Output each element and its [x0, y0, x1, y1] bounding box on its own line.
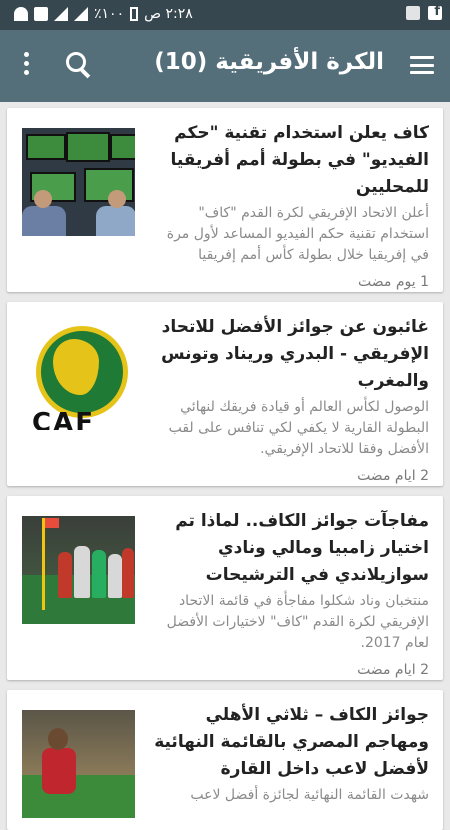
article-card[interactable]: مفاجآت جوائز الكاف.. لماذا تم اختيار زام… — [7, 496, 443, 680]
app-bar: الكرة الأفريقية (10) — [0, 30, 450, 102]
menu-icon[interactable] — [410, 56, 434, 74]
article-text: جوائز الكاف – ثلاثي الأهلي ومهاجم المصري… — [147, 702, 429, 814]
article-card[interactable]: جوائز الكاف – ثلاثي الأهلي ومهاجم المصري… — [7, 690, 443, 830]
signal-icon — [74, 7, 88, 21]
article-thumbnail — [22, 516, 135, 624]
overflow-menu-icon[interactable] — [24, 52, 30, 76]
article-card[interactable]: كاف يعلن استخدام تقنية "حكم الفيديو" في … — [7, 108, 443, 292]
article-time: 2 ايام مضت — [357, 468, 429, 484]
caf-logo-text: CAF — [32, 408, 95, 430]
article-thumbnail — [22, 710, 135, 818]
status-bar: ٢:٢٨ ص ١٠٠٪ — [0, 0, 450, 30]
article-thumbnail — [22, 128, 135, 236]
article-time: 2 ايام مضت — [357, 662, 429, 678]
search-icon[interactable] — [66, 52, 92, 79]
status-time: ٢:٢٨ ص — [144, 6, 193, 22]
status-left: ٢:٢٨ ص ١٠٠٪ — [14, 6, 193, 22]
article-excerpt: منتخبان وناد شكلوا مفاجأة في قائمة الاتح… — [166, 593, 429, 651]
article-excerpt: الوصول لكأس العالم أو قيادة فريقك لنهائي… — [168, 399, 429, 457]
wifi-icon — [14, 7, 28, 21]
article-thumbnail: CAF — [22, 322, 135, 430]
battery-level: ١٠٠٪ — [94, 6, 125, 22]
image-notification-icon — [406, 6, 420, 20]
signal-icon — [54, 7, 68, 21]
facebook-notification-icon — [428, 4, 442, 20]
sim-icon — [34, 7, 48, 21]
status-right — [406, 4, 442, 20]
article-headline[interactable]: غائبون عن جوائز الأفضل للاتحاد الإفريقي … — [147, 314, 429, 395]
battery-icon — [130, 7, 139, 21]
article-text: مفاجآت جوائز الكاف.. لماذا تم اختيار زام… — [147, 508, 429, 678]
article-text: كاف يعلن استخدام تقنية "حكم الفيديو" في … — [147, 120, 429, 290]
article-card[interactable]: CAF غائبون عن جوائز الأفضل للاتحاد الإفر… — [7, 302, 443, 486]
article-time: 1 يوم مضت — [357, 274, 429, 290]
article-excerpt: أعلن الاتحاد الإفريقي لكرة القدم "كاف" ا… — [166, 205, 429, 263]
article-headline[interactable]: كاف يعلن استخدام تقنية "حكم الفيديو" في … — [147, 120, 429, 201]
article-text: غائبون عن جوائز الأفضل للاتحاد الإفريقي … — [147, 314, 429, 484]
article-headline[interactable]: مفاجآت جوائز الكاف.. لماذا تم اختيار زام… — [147, 508, 429, 589]
article-headline[interactable]: جوائز الكاف – ثلاثي الأهلي ومهاجم المصري… — [147, 702, 429, 783]
article-excerpt: شهدت القائمة النهائية لجائزة أفضل لاعب — [190, 787, 429, 803]
page-title: الكرة الأفريقية (10) — [154, 49, 384, 75]
